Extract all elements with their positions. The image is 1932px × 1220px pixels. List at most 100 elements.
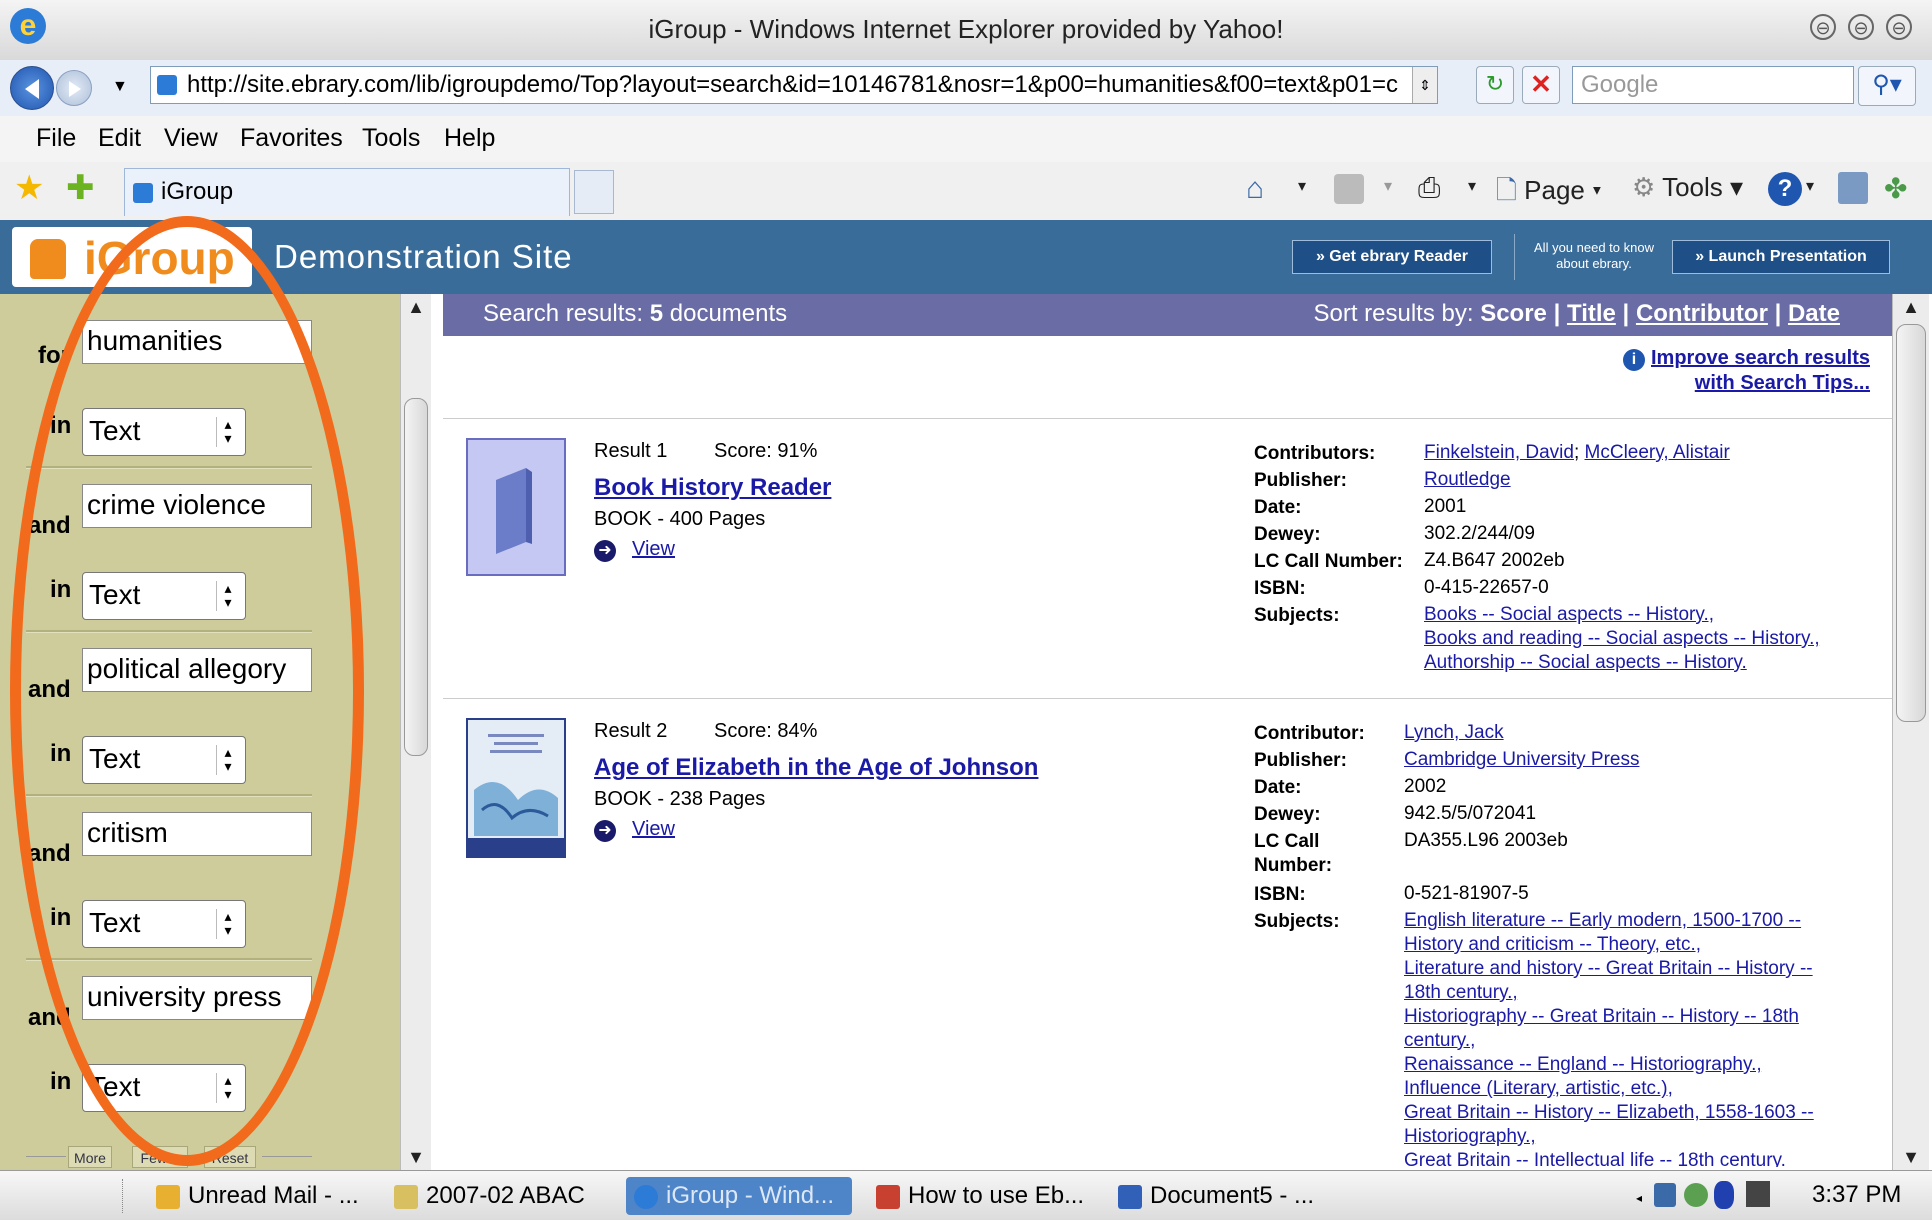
subject-link[interactable]: Historiography., — [1404, 1125, 1536, 1149]
menu-help[interactable]: Help — [444, 124, 495, 153]
launch-presentation-button[interactable]: » Launch Presentation — [1672, 240, 1890, 274]
tray-expand-icon[interactable]: ◂ — [1636, 1191, 1642, 1205]
sort-date-link[interactable]: Date — [1788, 300, 1840, 327]
help-dropdown-icon[interactable]: ▾ — [1806, 176, 1814, 196]
menu-edit[interactable]: Edit — [98, 124, 141, 153]
scroll-down-icon[interactable]: ▼ — [1893, 1144, 1929, 1170]
left-panel-scrollbar[interactable]: ▲ ▼ — [400, 294, 431, 1170]
search-tips-link[interactable]: Improve search results — [1651, 347, 1870, 369]
search-go-icon[interactable]: ⚲▾ — [1858, 66, 1916, 106]
url-dropdown-icon[interactable]: ⇕ — [1412, 67, 1437, 103]
field-select[interactable]: Text ▴ ▾ — [82, 408, 246, 456]
home-icon[interactable]: ⌂ — [1246, 172, 1264, 206]
menu-view[interactable]: View — [164, 124, 218, 153]
scroll-thumb[interactable] — [1896, 324, 1926, 722]
research-icon[interactable] — [1838, 172, 1868, 204]
field-select[interactable]: Text ▴ ▾ — [82, 736, 246, 784]
refresh-icon[interactable]: ↻ — [1476, 66, 1514, 104]
field-select[interactable]: Text ▴ ▾ — [82, 900, 246, 948]
publisher-link[interactable]: Cambridge University Press — [1404, 748, 1639, 772]
subject-link[interactable]: century., — [1404, 1029, 1475, 1053]
search-input[interactable]: Google — [1572, 66, 1854, 104]
get-reader-button[interactable]: » Get ebrary Reader — [1292, 240, 1492, 274]
result-thumbnail[interactable] — [466, 718, 566, 858]
result-title-link[interactable]: Age of Elizabeth in the Age of Johnson — [594, 754, 1038, 782]
scroll-up-icon[interactable]: ▲ — [401, 294, 431, 320]
feeds-icon[interactable] — [1334, 174, 1364, 204]
page-menu[interactable]: 🗋 Page ▾ — [1496, 172, 1602, 216]
print-icon[interactable]: ⎙ — [1418, 172, 1440, 205]
sort-title-link[interactable]: Title — [1567, 300, 1616, 327]
maximize-button[interactable]: ⊖ — [1848, 14, 1874, 40]
taskbar-item[interactable]: 2007-02 ABAC — [394, 1177, 614, 1215]
subject-link[interactable]: Authorship -- Social aspects -- History. — [1424, 651, 1747, 675]
feeds-dropdown-icon[interactable]: ▾ — [1384, 176, 1392, 196]
bluetooth-icon[interactable] — [1714, 1181, 1734, 1209]
subject-link[interactable]: Great Britain -- Intellectual life -- 18… — [1404, 1149, 1786, 1167]
publisher-link[interactable]: Routledge — [1424, 468, 1511, 492]
minimize-button[interactable]: ⊖ — [1810, 14, 1836, 40]
view-arrow-icon[interactable]: ➜ — [594, 540, 616, 562]
field-select[interactable]: Text ▴ ▾ — [82, 1064, 246, 1112]
menu-tools[interactable]: Tools — [362, 124, 420, 153]
contributor-link[interactable]: McCleery, Alistair — [1585, 442, 1730, 463]
subject-link[interactable]: Books and reading -- Social aspects -- H… — [1424, 627, 1820, 651]
taskbar-item-label: Document5 - ... — [1150, 1182, 1315, 1209]
contributor-link[interactable]: Lynch, Jack — [1404, 721, 1504, 745]
home-dropdown-icon[interactable]: ▾ — [1298, 176, 1306, 196]
results-scrollbar[interactable]: ▲ ▼ — [1892, 294, 1929, 1170]
display-icon[interactable] — [1746, 1181, 1770, 1207]
field-select[interactable]: Text ▴ ▾ — [82, 572, 246, 620]
menu-file[interactable]: File — [36, 124, 76, 153]
more-button[interactable]: More — [68, 1146, 112, 1168]
search-term-input[interactable]: crime violence — [82, 484, 312, 528]
search-term-input[interactable]: university press — [82, 976, 312, 1020]
subject-link[interactable]: Great Britain -- History -- Elizabeth, 1… — [1404, 1101, 1814, 1125]
new-tab-button[interactable] — [574, 170, 614, 214]
subject-link[interactable]: Influence (Literary, artistic, etc.), — [1404, 1077, 1673, 1101]
taskbar-item[interactable]: How to use Eb... — [876, 1177, 1096, 1215]
subject-link[interactable]: Literature and history -- Great Britain … — [1404, 957, 1813, 981]
back-button[interactable] — [10, 66, 54, 110]
favorites-star-icon[interactable]: ★ — [14, 168, 44, 208]
close-button[interactable]: ⊖ — [1886, 14, 1912, 40]
messenger-tray-icon[interactable] — [1684, 1183, 1708, 1207]
url-input[interactable]: http://site.ebrary.com/lib/igroupdemo/To… — [150, 66, 1438, 104]
print-dropdown-icon[interactable]: ▾ — [1468, 176, 1476, 196]
contributor-link[interactable]: Finkelstein, David — [1424, 442, 1574, 463]
view-link[interactable]: View — [632, 538, 675, 561]
history-dropdown-icon[interactable]: ▼ — [112, 78, 128, 96]
tools-menu[interactable]: ⚙ Tools ▾ — [1632, 172, 1743, 203]
taskbar-item[interactable]: Unread Mail - ... — [156, 1177, 376, 1215]
stop-icon[interactable]: ✕ — [1522, 66, 1560, 104]
network-icon[interactable] — [1654, 1183, 1676, 1207]
scroll-down-icon[interactable]: ▼ — [401, 1144, 431, 1170]
sort-contributor-link[interactable]: Contributor — [1636, 300, 1768, 327]
messenger-icon[interactable]: ✤ — [1884, 172, 1907, 205]
subject-link[interactable]: Books -- Social aspects -- History., — [1424, 603, 1714, 627]
forward-button[interactable] — [56, 70, 92, 106]
subject-link[interactable]: Historiography -- Great Britain -- Histo… — [1404, 1005, 1799, 1029]
scroll-thumb[interactable] — [404, 398, 428, 756]
result-title-link[interactable]: Book History Reader — [594, 474, 831, 502]
fewer-button[interactable]: Fewer — [132, 1146, 188, 1168]
view-arrow-icon[interactable]: ➜ — [594, 820, 616, 842]
scroll-up-icon[interactable]: ▲ — [1893, 294, 1929, 320]
help-icon[interactable]: ? — [1768, 172, 1802, 206]
search-tips-link-line2[interactable]: with Search Tips... — [1695, 372, 1870, 394]
view-link[interactable]: View — [632, 818, 675, 841]
subject-link[interactable]: Renaissance -- England -- Historiography… — [1404, 1053, 1762, 1077]
subject-link[interactable]: 18th century., — [1404, 981, 1518, 1005]
search-term-input[interactable]: humanities — [82, 320, 312, 364]
add-favorite-icon[interactable]: ✚ — [66, 168, 95, 208]
result-thumbnail[interactable] — [466, 438, 566, 576]
menu-favorites[interactable]: Favorites — [240, 124, 343, 153]
subject-link[interactable]: History and criticism -- Theory, etc., — [1404, 933, 1701, 957]
tab-igroup[interactable]: iGroup — [124, 168, 570, 216]
search-term-input[interactable]: political allegory — [82, 648, 312, 692]
taskbar-item[interactable]: Document5 - ... — [1118, 1177, 1348, 1215]
search-term-input[interactable]: critism — [82, 812, 312, 856]
subject-link[interactable]: English literature -- Early modern, 1500… — [1404, 909, 1801, 933]
taskbar-item-active[interactable]: iGroup - Wind... — [626, 1177, 852, 1215]
reset-button[interactable]: Reset — [204, 1146, 256, 1168]
